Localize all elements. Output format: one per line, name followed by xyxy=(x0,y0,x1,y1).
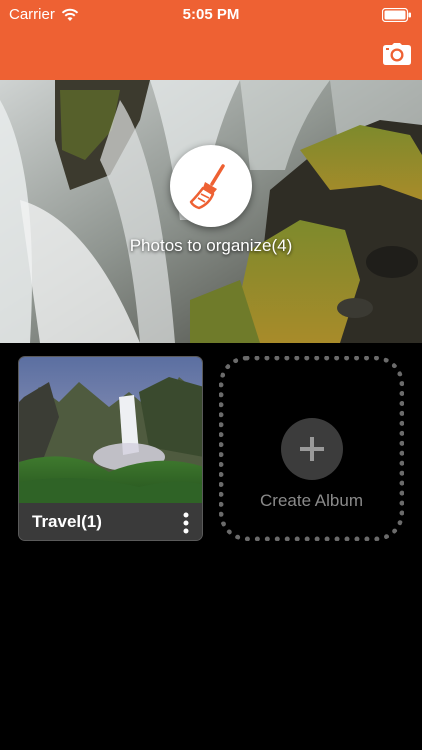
create-album-button[interactable]: Create Album xyxy=(219,356,404,541)
status-bar: Carrier 5:05 PM xyxy=(0,0,422,30)
album-footer: Travel(1) xyxy=(19,503,202,540)
clean-photos-button[interactable] xyxy=(170,145,252,227)
broom-icon xyxy=(189,164,225,210)
album-thumbnail xyxy=(19,357,202,503)
plus-button xyxy=(281,418,343,480)
status-time: 5:05 PM xyxy=(182,6,240,23)
photos-to-organize-banner[interactable]: Photos to organize(4) xyxy=(0,80,422,343)
top-bar: Carrier 5:05 PM xyxy=(0,0,422,80)
create-album-label: Create Album xyxy=(260,491,363,510)
album-name: Travel(1) xyxy=(32,512,102,531)
album-options-button[interactable] xyxy=(176,509,196,537)
app-screen: Carrier 5:05 PM Photos to organize(4) Tr… xyxy=(0,0,422,750)
battery-icon xyxy=(382,8,411,22)
more-vertical-icon xyxy=(183,512,189,534)
photos-to-organize-label: Photos to organize(4) xyxy=(129,236,293,255)
album-card-travel[interactable]: Travel(1) xyxy=(18,356,203,541)
camera-icon xyxy=(383,43,411,65)
plus-icon xyxy=(300,437,324,461)
camera-button[interactable] xyxy=(382,40,412,68)
